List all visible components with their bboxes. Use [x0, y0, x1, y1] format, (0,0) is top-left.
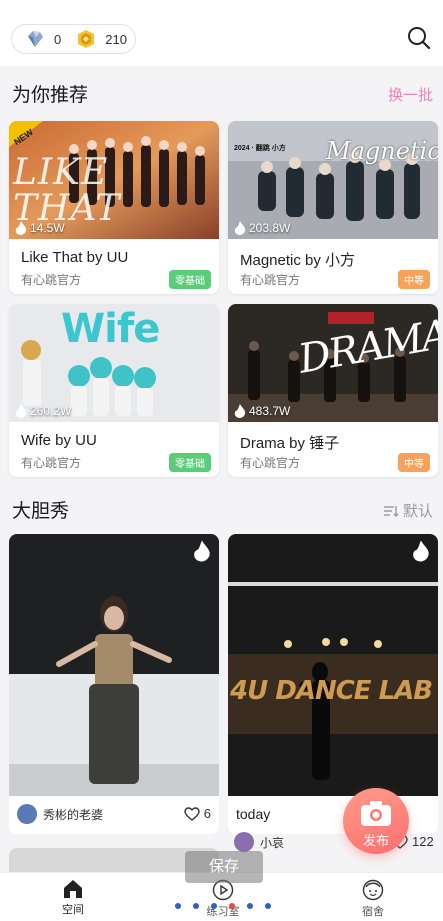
thumb-title: Magnetic — [326, 137, 438, 165]
coin-count: 210 — [105, 31, 127, 47]
sort-button[interactable]: 默认 — [383, 500, 433, 521]
song-author: 有心跳官方 — [21, 273, 82, 287]
shows-title: 大胆秀 — [12, 501, 70, 522]
song-title: Like That by UU — [21, 249, 129, 266]
show-user[interactable]: 小哀 — [234, 832, 284, 852]
song-author: 有心跳官方 — [240, 456, 301, 470]
play-count: 203.8W — [234, 221, 290, 235]
page-dot — [247, 903, 253, 909]
show-card[interactable]: 秀彬的老婆 6 — [9, 534, 219, 834]
show-user[interactable]: 秀彬的老婆 — [17, 804, 103, 824]
avatar — [17, 804, 37, 824]
save-toast[interactable]: 保存 — [185, 851, 263, 883]
fire-icon — [193, 540, 211, 567]
fire-icon — [15, 221, 27, 235]
page-dot — [175, 903, 181, 909]
publish-button[interactable]: 发布 — [343, 788, 409, 854]
video-thumbnail: DRAMA 483.7W — [228, 304, 438, 422]
play-count: 260.2W — [15, 404, 71, 418]
thumb-subtitle: 2024 · 翻跳 小方 — [234, 145, 286, 152]
fire-icon — [412, 540, 430, 567]
level-badge: 零基础 — [169, 453, 211, 472]
coin-icon — [75, 28, 97, 50]
avatar — [234, 832, 254, 852]
level-badge: 零基础 — [169, 270, 211, 289]
video-thumbnail: 4U DANCE LAB — [228, 534, 438, 796]
gem-count: 0 — [54, 31, 62, 47]
nav-practice[interactable]: 练习室 — [183, 879, 263, 919]
recommend-header: 为你推荐 换一批 — [0, 68, 443, 114]
thumb-title: Wife — [61, 306, 160, 352]
recommend-card[interactable]: DRAMA 483.7W Drama by 锤子 有心跳官方 中等 — [228, 304, 438, 477]
currency-pill[interactable]: 0 210 — [11, 24, 136, 54]
show-caption: today — [236, 806, 271, 822]
show-card[interactable]: 4U DANCE LAB today — [228, 534, 438, 834]
song-author: 有心跳官方 — [21, 456, 82, 470]
refresh-button[interactable]: 换一批 — [388, 84, 433, 105]
fire-icon — [234, 221, 246, 235]
song-title: Wife by UU — [21, 432, 97, 449]
shows-header: 大胆秀 默认 — [0, 484, 443, 530]
home-icon — [64, 880, 82, 898]
video-thumbnail: NEW LIKE THAT 14.5W — [9, 121, 219, 239]
username: 秀彬的老婆 — [43, 807, 104, 822]
page-dot — [193, 903, 199, 909]
diamond-icon — [24, 28, 46, 50]
fire-icon — [15, 404, 27, 418]
publish-label: 发布 — [362, 833, 389, 848]
recommend-card[interactable]: Wife 260.2W Wife by UU 有心跳官方 零基础 — [9, 304, 219, 477]
recommend-title: 为你推荐 — [12, 85, 89, 106]
video-thumbnail — [9, 534, 219, 796]
page-dot-active — [229, 903, 235, 909]
sort-icon — [383, 505, 399, 517]
camera-icon — [361, 801, 391, 826]
song-title: Magnetic by 小方 — [240, 252, 356, 269]
recommend-card[interactable]: 2024 · 翻跳 小方 Magnetic 203.8W Magnetic by… — [228, 121, 438, 294]
search-icon[interactable] — [407, 26, 431, 50]
top-bar: 0 210 — [0, 0, 443, 66]
nav-dorm[interactable]: 宿舍 — [333, 879, 413, 919]
song-author: 有心跳官方 — [240, 273, 301, 287]
nav-space[interactable]: 空间 — [33, 879, 113, 917]
thumb-title: LIKE THAT — [13, 152, 121, 229]
face-icon — [362, 879, 384, 901]
play-count: 14.5W — [15, 221, 65, 235]
page-dot — [265, 903, 271, 909]
play-count: 483.7W — [234, 404, 290, 418]
fire-icon — [234, 404, 246, 418]
heart-icon — [184, 806, 200, 821]
video-thumbnail: Wife 260.2W — [9, 304, 219, 422]
video-thumbnail: 2024 · 翻跳 小方 Magnetic 203.8W — [228, 121, 438, 239]
like-button[interactable]: 6 — [184, 806, 211, 821]
username: 小哀 — [260, 835, 285, 850]
recommend-card[interactable]: NEW LIKE THAT 14.5W Like That by UU 有心跳官… — [9, 121, 219, 294]
page-dot — [211, 903, 217, 909]
level-badge: 中等 — [398, 270, 430, 289]
page-indicator — [175, 903, 283, 909]
thumb-title: 4U DANCE LAB — [230, 676, 433, 706]
song-title: Drama by 锤子 — [240, 435, 340, 452]
level-badge: 中等 — [398, 453, 430, 472]
